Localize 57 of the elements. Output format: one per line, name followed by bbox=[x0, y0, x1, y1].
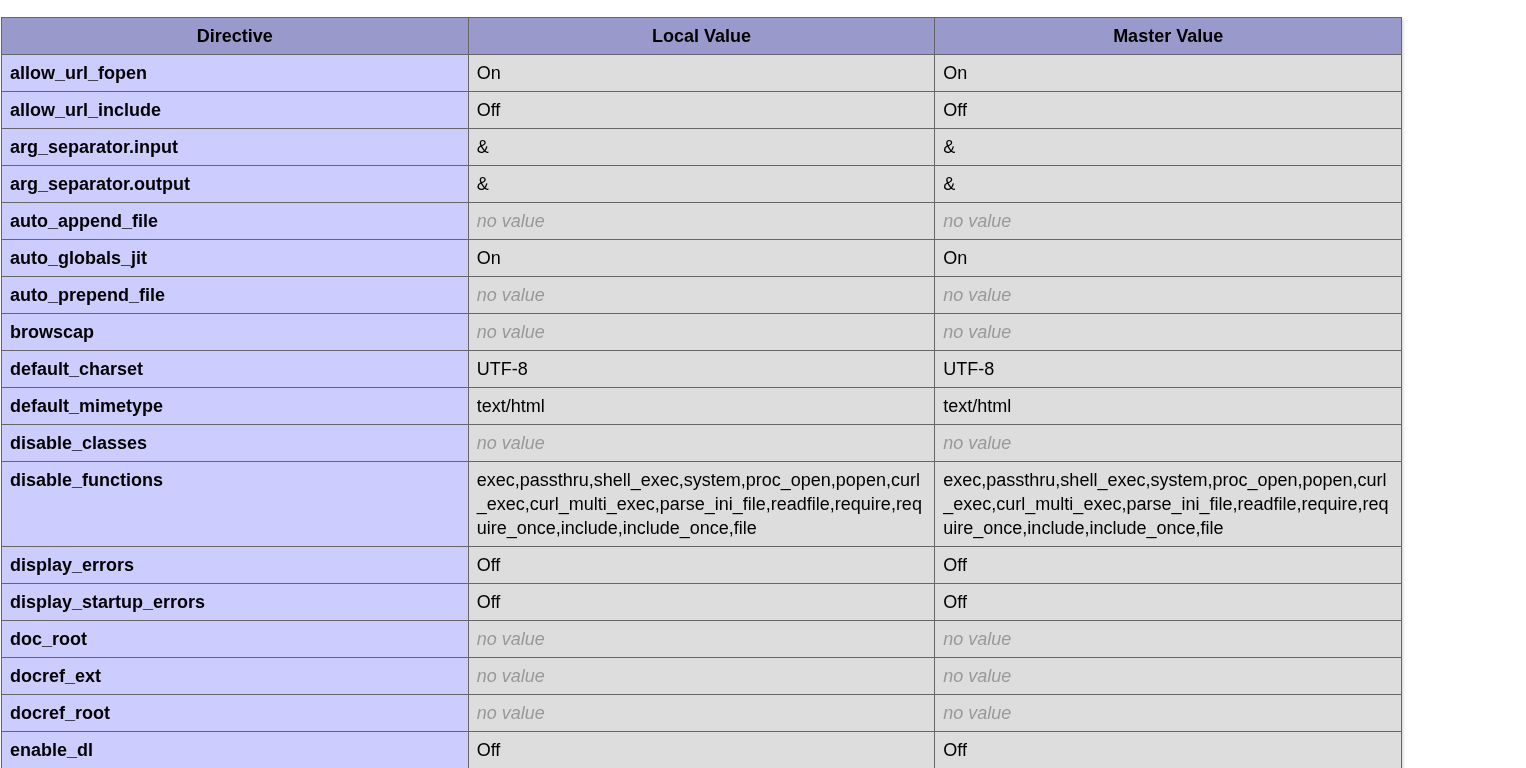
no-value-cell: no value bbox=[934, 657, 1402, 695]
table-cell: Off bbox=[468, 731, 935, 768]
no-value-cell: no value bbox=[468, 276, 935, 314]
table-cell: Off bbox=[468, 583, 935, 621]
directive-cell: auto_append_file bbox=[1, 202, 469, 240]
table-cell: & bbox=[934, 128, 1402, 166]
table-cell: Off bbox=[934, 583, 1402, 621]
table-cell: On bbox=[934, 239, 1402, 277]
table-cell: exec,passthru,shell_exec,system,proc_open,popen,curl_exec,curl_multi_exec,parse_ini_file,readfile,require,require_once,include,include_once,file bbox=[934, 461, 1402, 547]
no-value-cell: no value bbox=[934, 424, 1402, 462]
directive-cell: display_errors bbox=[1, 546, 469, 584]
table-cell: On bbox=[468, 239, 935, 277]
table-cell: Off bbox=[468, 546, 935, 584]
directive-cell: auto_globals_jit bbox=[1, 239, 469, 277]
table-cell: On bbox=[934, 54, 1402, 92]
table-cell: text/html bbox=[468, 387, 935, 425]
directive-cell: disable_functions bbox=[1, 461, 469, 547]
table-cell: exec,passthru,shell_exec,system,proc_open,popen,curl_exec,curl_multi_exec,parse_ini_file,readfile,require,require_once,include,include_once,file bbox=[468, 461, 935, 547]
directive-cell: allow_url_fopen bbox=[1, 54, 469, 92]
no-value-cell: no value bbox=[934, 313, 1402, 351]
directive-cell: arg_separator.input bbox=[1, 128, 469, 166]
directive-cell: enable_dl bbox=[1, 731, 469, 768]
no-value-cell: no value bbox=[468, 694, 935, 732]
no-value-cell: no value bbox=[934, 694, 1402, 732]
table-cell: text/html bbox=[934, 387, 1402, 425]
directive-cell: doc_root bbox=[1, 620, 469, 658]
directive-cell: default_charset bbox=[1, 350, 469, 388]
directive-cell: default_mimetype bbox=[1, 387, 469, 425]
directive-cell: docref_ext bbox=[1, 657, 469, 695]
no-value-cell: no value bbox=[468, 424, 935, 462]
table-cell: & bbox=[934, 165, 1402, 203]
no-value-cell: no value bbox=[934, 276, 1402, 314]
table-cell: On bbox=[468, 54, 935, 92]
directive-cell: allow_url_include bbox=[1, 91, 469, 129]
no-value-cell: no value bbox=[934, 620, 1402, 658]
table-cell: Off bbox=[934, 731, 1402, 768]
no-value-cell: no value bbox=[468, 620, 935, 658]
no-value-cell: no value bbox=[468, 313, 935, 351]
directive-cell: auto_prepend_file bbox=[1, 276, 469, 314]
no-value-cell: no value bbox=[934, 202, 1402, 240]
directive-cell: browscap bbox=[1, 313, 469, 351]
table-cell: & bbox=[468, 128, 935, 166]
column-header: Local Value bbox=[468, 17, 935, 55]
table-cell: Off bbox=[934, 546, 1402, 584]
directive-cell: display_startup_errors bbox=[1, 583, 469, 621]
column-header: Directive bbox=[1, 17, 469, 55]
no-value-cell: no value bbox=[468, 657, 935, 695]
table-cell: Off bbox=[468, 91, 935, 129]
column-header: Master Value bbox=[934, 17, 1402, 55]
directive-cell: arg_separator.output bbox=[1, 165, 469, 203]
directive-cell: disable_classes bbox=[1, 424, 469, 462]
table-cell: Off bbox=[934, 91, 1402, 129]
no-value-cell: no value bbox=[468, 202, 935, 240]
table-cell: & bbox=[468, 165, 935, 203]
table-cell: UTF-8 bbox=[468, 350, 935, 388]
table-cell: UTF-8 bbox=[934, 350, 1402, 388]
directive-cell: docref_root bbox=[1, 694, 469, 732]
